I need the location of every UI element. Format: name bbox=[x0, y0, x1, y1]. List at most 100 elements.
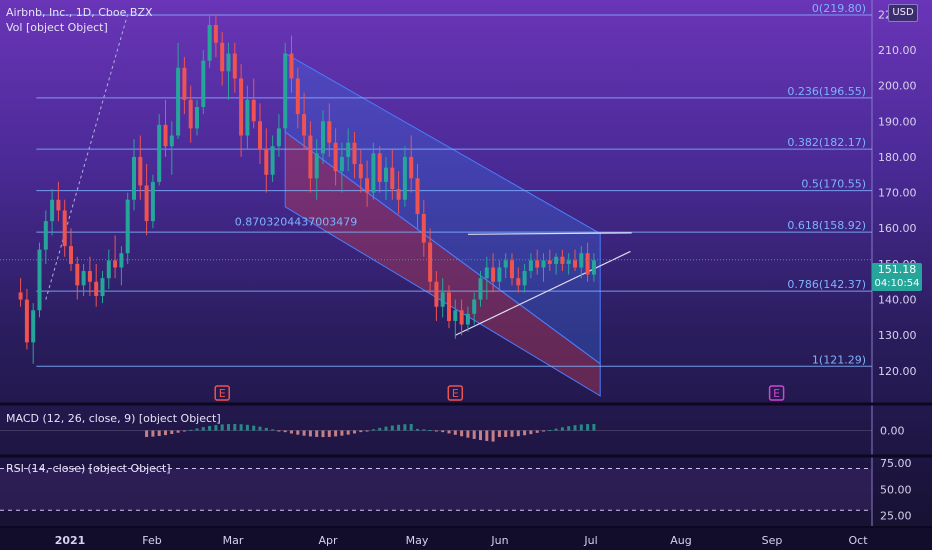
macd-histogram-bar bbox=[441, 430, 445, 433]
macd-histogram-bar bbox=[258, 426, 262, 431]
candle-body bbox=[226, 53, 231, 72]
earnings-label: E bbox=[219, 387, 226, 400]
candle-body bbox=[510, 260, 514, 279]
fib-label: 1(121.29) bbox=[812, 353, 866, 366]
macd-histogram-bar bbox=[434, 430, 438, 432]
macd-histogram-bar bbox=[220, 424, 224, 431]
macd-histogram-bar bbox=[334, 430, 338, 437]
candle-body bbox=[428, 242, 433, 282]
macd-histogram-bar bbox=[416, 428, 419, 431]
macd-histogram-bar bbox=[390, 425, 394, 431]
fib-label: 0.236(196.55) bbox=[787, 85, 866, 98]
fib-label: 0.786(142.37) bbox=[787, 278, 866, 291]
candle-body bbox=[503, 260, 508, 268]
candle-body bbox=[245, 99, 250, 136]
macd-histogram-bar bbox=[548, 430, 552, 432]
candle-body bbox=[182, 67, 187, 100]
time-tick-label: Jun bbox=[490, 534, 508, 547]
macd-histogram-bar bbox=[290, 430, 293, 434]
candle-body bbox=[453, 310, 458, 321]
price-tick-label: 170.00 bbox=[878, 187, 917, 200]
macd-histogram-bar bbox=[447, 430, 451, 434]
candle-body bbox=[276, 128, 281, 147]
rsi-tick-label: 25.00 bbox=[880, 510, 912, 523]
ratio-annotation: 0.8703204437003479 bbox=[235, 215, 357, 228]
candle-body bbox=[516, 278, 521, 286]
candle-body bbox=[472, 299, 477, 314]
candle-body bbox=[207, 24, 212, 61]
price-tick-label: 190.00 bbox=[878, 115, 917, 128]
candle-body bbox=[308, 135, 313, 179]
macd-histogram-bar bbox=[472, 430, 476, 439]
candle-body bbox=[75, 263, 80, 286]
macd-histogram-bar bbox=[535, 430, 539, 433]
macd-histogram-bar bbox=[586, 424, 590, 431]
time-tick-label: Apr bbox=[318, 534, 338, 547]
time-tick-label: Feb bbox=[142, 534, 161, 547]
rsi-tick-label: 50.00 bbox=[880, 483, 912, 496]
candle-body bbox=[258, 121, 262, 150]
candle-body bbox=[560, 256, 565, 264]
fib-label: 0.618(158.92) bbox=[787, 219, 866, 232]
candle-body bbox=[547, 260, 552, 264]
candle-body bbox=[465, 313, 470, 325]
macd-histogram-bar bbox=[182, 430, 186, 432]
macd-histogram-bar bbox=[277, 430, 281, 432]
candle-body bbox=[415, 178, 420, 214]
time-axis-bg bbox=[0, 528, 932, 550]
candle-body bbox=[384, 167, 388, 182]
time-tick-label: 2021 bbox=[55, 534, 86, 547]
candle-body bbox=[352, 142, 357, 165]
candle-body bbox=[220, 42, 225, 72]
macd-histogram-bar bbox=[504, 430, 508, 437]
macd-histogram-bar bbox=[485, 430, 489, 441]
macd-histogram-bar bbox=[466, 430, 470, 438]
macd-histogram-bar bbox=[227, 424, 230, 431]
candle-body bbox=[18, 292, 23, 300]
macd-histogram-bar bbox=[428, 430, 432, 432]
currency-label: USD bbox=[892, 7, 914, 18]
macd-histogram-bar bbox=[239, 424, 243, 431]
macd-histogram-bar bbox=[195, 428, 199, 431]
macd-histogram-bar bbox=[397, 424, 401, 431]
candle-body bbox=[321, 121, 325, 154]
macd-histogram-bar bbox=[271, 429, 275, 431]
candle-body bbox=[270, 146, 275, 175]
candle-body bbox=[365, 178, 370, 193]
fib-label: 0.382(182.17) bbox=[787, 136, 866, 149]
candle-body bbox=[150, 181, 155, 222]
macd-histogram-bar bbox=[460, 430, 464, 437]
candle-body bbox=[125, 199, 130, 254]
macd-histogram-bar bbox=[371, 429, 375, 431]
macd-histogram-bar bbox=[340, 430, 344, 436]
rsi-label: RSI (14, close) [object Object] bbox=[6, 462, 171, 475]
candle-body bbox=[421, 213, 426, 243]
macd-histogram-bar bbox=[479, 430, 482, 441]
candle-body bbox=[402, 156, 407, 200]
price-timer: 04:10:54 bbox=[874, 278, 920, 289]
candle-body bbox=[113, 260, 118, 268]
candle-body bbox=[87, 271, 92, 282]
macd-histogram-bar bbox=[296, 430, 300, 435]
macd-histogram-bar bbox=[529, 430, 533, 435]
macd-histogram-bar bbox=[264, 427, 268, 431]
candle-body bbox=[459, 310, 464, 325]
time-tick-label: May bbox=[406, 534, 429, 547]
candle-body bbox=[390, 167, 395, 190]
macd-histogram-bar bbox=[403, 424, 407, 431]
price-tick-label: 140.00 bbox=[878, 294, 917, 307]
candle-body bbox=[333, 142, 338, 172]
candle-body bbox=[491, 267, 496, 282]
macd-histogram-bar bbox=[164, 430, 167, 436]
price-badge: 151.18 04:10:54 bbox=[872, 263, 922, 291]
macd-histogram-bar bbox=[497, 430, 501, 437]
earnings-label: E bbox=[773, 387, 780, 400]
macd-histogram-bar bbox=[233, 423, 237, 431]
candle-body bbox=[213, 24, 218, 43]
macd-histogram-bar bbox=[453, 430, 457, 435]
candle-body bbox=[201, 60, 206, 107]
time-tick-label: Sep bbox=[762, 534, 783, 547]
macd-histogram-bar bbox=[201, 427, 205, 431]
macd-histogram-bar bbox=[560, 427, 564, 431]
currency-badge[interactable]: USD bbox=[888, 4, 918, 22]
